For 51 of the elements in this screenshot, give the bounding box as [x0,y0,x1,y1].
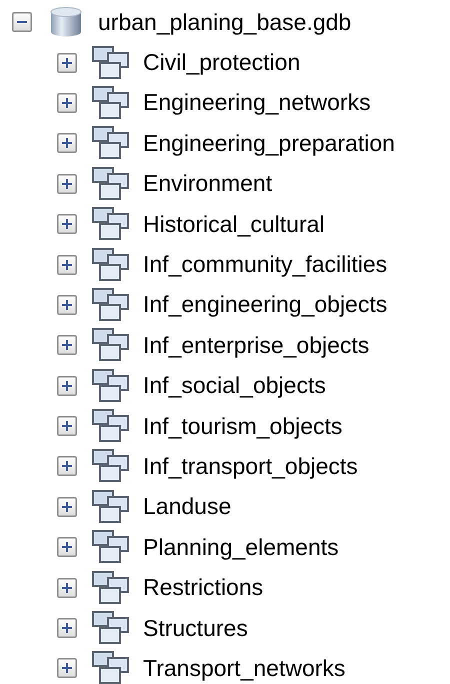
feature-dataset-icon [92,166,130,201]
feature-dataset-icon [92,248,130,282]
feature-dataset-icon [92,288,130,322]
expand-icon[interactable] [57,578,77,598]
feature-dataset-icon [92,490,130,524]
feature-dataset-icon [92,328,130,362]
feature-dataset-icon [92,368,130,403]
expand-icon[interactable] [57,52,77,73]
expand-icon[interactable] [57,174,77,194]
dataset-label[interactable]: Restrictions [143,576,264,600]
dataset-label[interactable]: Inf_enterprise_objects [143,334,370,357]
dataset-label[interactable]: Environment [143,172,272,196]
feature-dataset-icon [92,207,130,242]
feature-dataset-icon [92,611,130,646]
dataset-label[interactable]: Inf_transport_objects [143,454,358,478]
feature-dataset-icon [92,570,130,605]
feature-dataset-icon [92,126,130,160]
feature-dataset-icon [92,46,130,80]
dataset-label[interactable]: Civil_protection [143,51,300,74]
expand-icon[interactable] [57,133,77,154]
feature-dataset-icon [92,449,130,484]
dataset-label[interactable]: Transport_networks [143,656,346,680]
dataset-label[interactable]: Inf_tourism_objects [143,414,342,438]
dataset-label[interactable]: Inf_community_facilities [143,253,388,276]
dataset-label[interactable]: Inf_engineering_objects [143,293,388,316]
expand-icon[interactable] [57,658,77,678]
expand-icon[interactable] [57,376,77,396]
expand-icon[interactable] [57,416,77,436]
dataset-label[interactable]: Structures [143,616,248,640]
dataset-label[interactable]: Planning_elements [143,536,339,559]
expand-icon[interactable] [57,496,77,517]
collapse-icon[interactable] [12,12,32,32]
dataset-label[interactable]: Engineering_preparation [143,132,395,155]
expand-icon[interactable] [57,618,77,638]
expand-icon[interactable] [57,294,77,315]
expand-icon[interactable] [57,254,77,275]
expand-icon[interactable] [57,537,77,558]
feature-dataset-icon [92,409,130,444]
feature-dataset-icon [92,86,130,120]
geodatabase-label[interactable]: urban_planing_base.gdb [98,10,352,34]
expand-icon[interactable] [57,92,77,113]
dataset-label[interactable]: Historical_cultural [143,212,325,236]
expand-icon[interactable] [57,214,77,234]
database-icon [50,7,82,38]
dataset-label[interactable]: Inf_social_objects [143,374,326,398]
dataset-label[interactable]: Engineering_networks [143,91,371,114]
expand-icon[interactable] [57,456,77,476]
expand-icon[interactable] [57,335,77,356]
dataset-label[interactable]: Landuse [143,495,232,518]
feature-dataset-icon [92,530,130,564]
feature-dataset-icon [92,651,130,684]
